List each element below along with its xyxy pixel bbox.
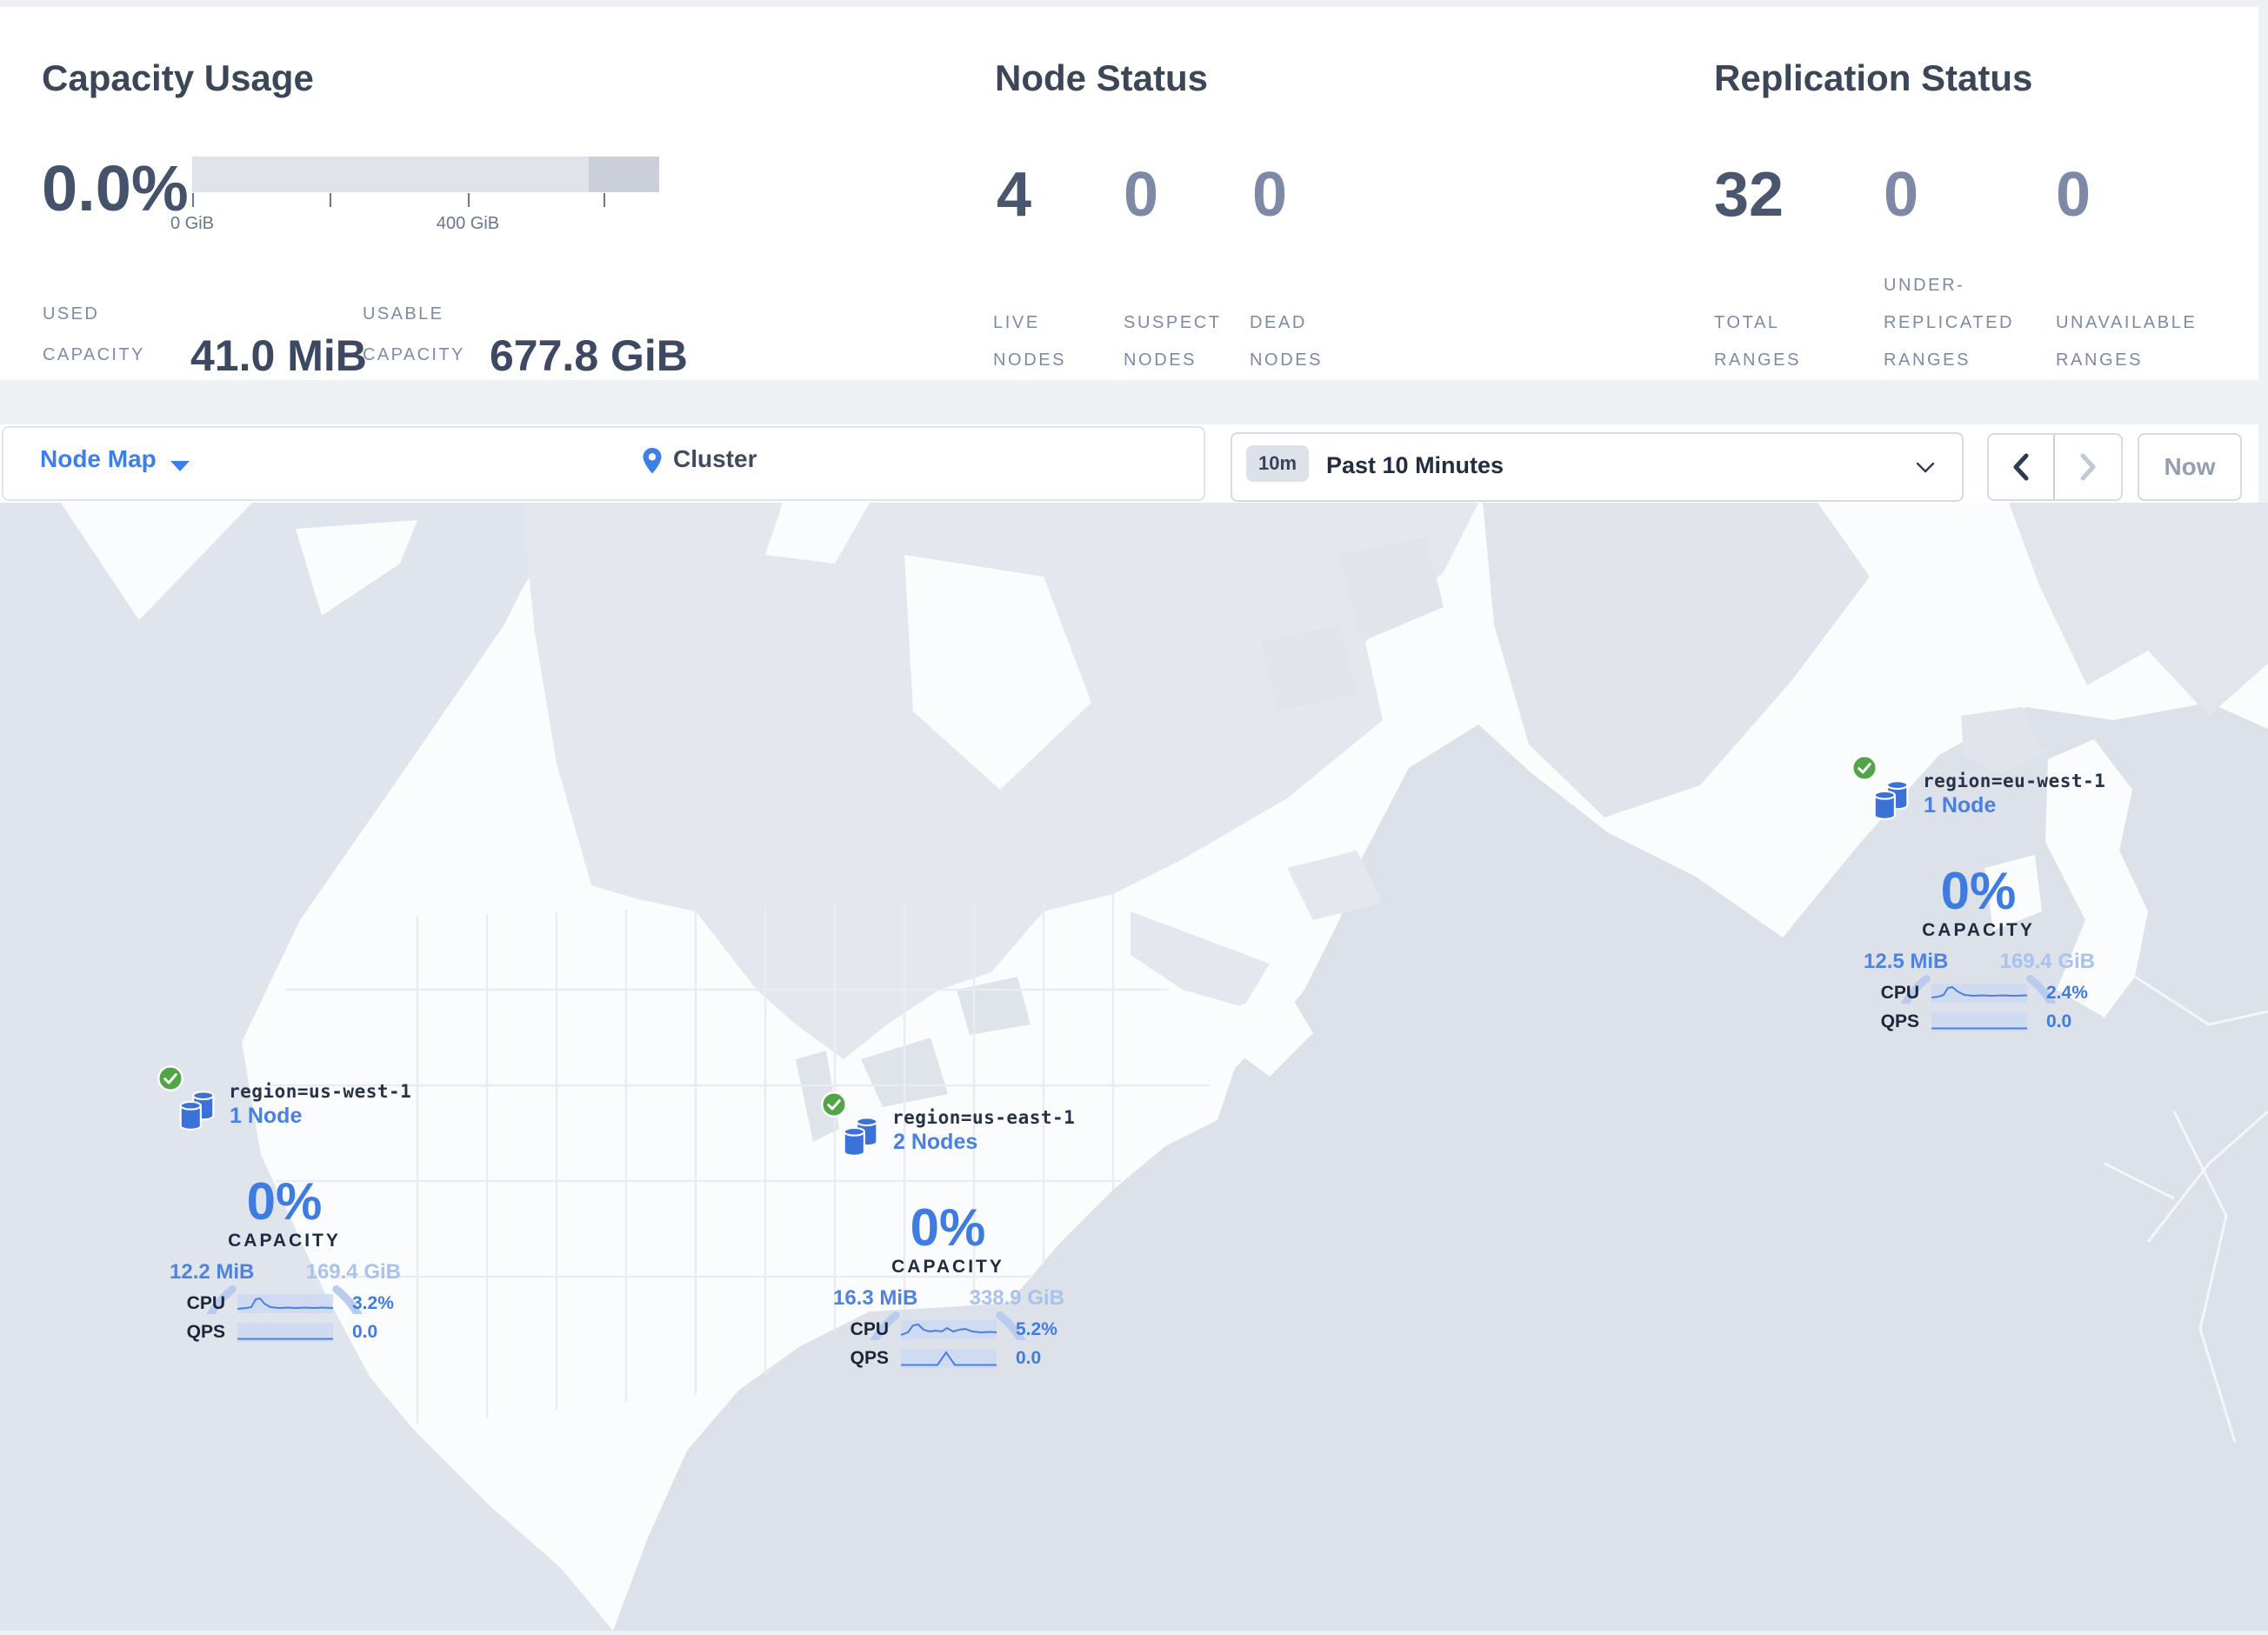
axis-tick [330, 193, 331, 207]
total-capacity: 338.9 GiB [969, 1286, 1064, 1310]
used-capacity-value: 41.0 MiB [190, 331, 367, 380]
region-label: region=us-east-1 [892, 1107, 1076, 1128]
qps-value: 0.0 [352, 1322, 378, 1342]
database-stack-icon [179, 1091, 215, 1131]
capacity-values: 12.5 MiB 169.4 GiB [1864, 950, 2095, 974]
breadcrumb-cluster[interactable]: Cluster [673, 445, 757, 473]
axis-tick-label: 400 GiB [436, 214, 500, 233]
capacity-values: 12.2 MiB 169.4 GiB [170, 1260, 401, 1285]
cpu-sparkline [901, 1320, 997, 1339]
capacity-bar-reserved-segment [589, 157, 659, 192]
cpu-label: CPU [850, 1319, 889, 1339]
cpu-sparkline [237, 1294, 333, 1313]
replication-status-title: Replication Status [1714, 57, 2033, 98]
capacity-usage-title: Capacity Usage [42, 57, 314, 98]
location-pin-icon [643, 448, 662, 474]
region-marker-us-east-1[interactable]: region=us-east-1 2 Nodes 0% CAPACITY 16.3 Mi… [765, 1091, 1131, 1383]
dead-nodes-label: DEAD NODES [1250, 313, 1324, 370]
capacity-percent: 0% [1940, 862, 2017, 920]
dead-nodes-count: 0 [1252, 160, 1288, 230]
region-marker-us-west-1[interactable]: region=us-west-1 1 Node 0% CAPACITY 12.2 MiB… [102, 1065, 467, 1357]
axis-tick-label: 0 GiB [170, 214, 215, 233]
cpu-value: 2.4% [2046, 983, 2088, 1003]
capacity-label: CAPACITY [891, 1257, 1004, 1277]
region-marker-eu-west-1[interactable]: region=eu-west-1 1 Node 0% CAPACITY 12.5 MiB… [1796, 755, 2161, 1046]
cpu-sparkline [1931, 984, 2027, 1003]
cpu-label: CPU [1880, 983, 1919, 1003]
database-stack-icon [843, 1117, 878, 1157]
chevron-left-icon [2013, 453, 2029, 481]
view-selector-dropdown[interactable]: Node Map [40, 445, 157, 473]
total-capacity: 169.4 GiB [305, 1260, 401, 1284]
capacity-usage-bar [192, 157, 659, 192]
cpu-value: 3.2% [352, 1293, 394, 1313]
cpu-value: 5.2% [1016, 1319, 1057, 1339]
axis-tick [604, 193, 605, 207]
axis-tick [468, 193, 470, 207]
capacity-percent: 0% [246, 1172, 323, 1231]
chevron-right-icon [2080, 453, 2096, 481]
usable-capacity-value: 677.8 GiB [490, 331, 688, 380]
qps-sparkline [237, 1323, 333, 1342]
capacity-values: 16.3 MiB 338.9 GiB [833, 1286, 1064, 1311]
axis-tick [192, 193, 194, 207]
qps-row: QPS 0.0 [765, 1348, 1131, 1369]
node-status-title: Node Status [995, 57, 1209, 98]
cpu-row: CPU 2.4% [1796, 983, 2161, 1004]
suspect-nodes-count: 0 [1124, 160, 1159, 230]
used-capacity-label: USED CAPACITY [43, 304, 145, 364]
qps-row: QPS 0.0 [102, 1322, 467, 1343]
node-count-link[interactable]: 1 Node [1924, 793, 1996, 818]
scroll-gutter [2258, 0, 2268, 503]
usable-capacity-label: USABLE CAPACITY [363, 304, 465, 364]
under-replicated-ranges-count: 0 [1884, 160, 1919, 230]
used-capacity: 12.2 MiB [170, 1260, 255, 1284]
used-capacity: 12.5 MiB [1864, 950, 1949, 973]
qps-value: 0.0 [1016, 1348, 1042, 1368]
qps-value: 0.0 [2046, 1011, 2072, 1031]
qps-label: QPS [186, 1322, 225, 1342]
chevron-down-icon [170, 461, 190, 471]
qps-row: QPS 0.0 [1796, 1011, 2161, 1032]
unavailable-ranges-label: UNAVAILABLE RANGES [2056, 313, 2198, 370]
stats-panel: Capacity Usage Node Status Replication S… [0, 7, 2258, 380]
unavailable-ranges-count: 0 [2056, 160, 2091, 230]
qps-label: QPS [1880, 1011, 1919, 1031]
cpu-row: CPU 5.2% [765, 1319, 1131, 1340]
database-stack-icon [1873, 780, 1909, 820]
qps-sparkline [901, 1349, 997, 1368]
used-capacity: 16.3 MiB [833, 1286, 918, 1310]
qps-sparkline [1931, 1012, 2027, 1031]
node-count-link[interactable]: 2 Nodes [893, 1130, 977, 1155]
map-toolbar: Node Map Cluster 10m Past 10 Minutes Now [0, 424, 2258, 503]
cpu-row: CPU 3.2% [102, 1293, 467, 1314]
time-step-buttons [1987, 433, 2123, 501]
region-label: region=eu-west-1 [1923, 771, 2106, 791]
qps-label: QPS [850, 1348, 889, 1368]
time-range-label: Past 10 Minutes [1326, 452, 1504, 478]
capacity-label: CAPACITY [1922, 920, 2035, 940]
capacity-label: CAPACITY [228, 1231, 341, 1251]
step-forward-button[interactable] [2055, 435, 2121, 499]
time-range-dropdown[interactable]: 10m Past 10 Minutes [1231, 432, 1964, 502]
cpu-label: CPU [186, 1293, 225, 1313]
under-replicated-ranges-label: UNDER- REPLICATED RANGES [1884, 276, 2015, 370]
live-nodes-count: 4 [997, 160, 1032, 230]
step-back-button[interactable] [1989, 435, 2055, 499]
total-ranges-count: 32 [1714, 160, 1784, 230]
chevron-down-icon [1916, 462, 1935, 473]
total-capacity: 169.4 GiB [1999, 950, 2095, 973]
node-count-link[interactable]: 1 Node [230, 1104, 302, 1129]
capacity-percent: 0% [910, 1198, 986, 1257]
now-button[interactable]: Now [2138, 433, 2242, 501]
region-label: region=us-west-1 [229, 1081, 412, 1102]
time-range-badge: 10m [1246, 445, 1310, 482]
